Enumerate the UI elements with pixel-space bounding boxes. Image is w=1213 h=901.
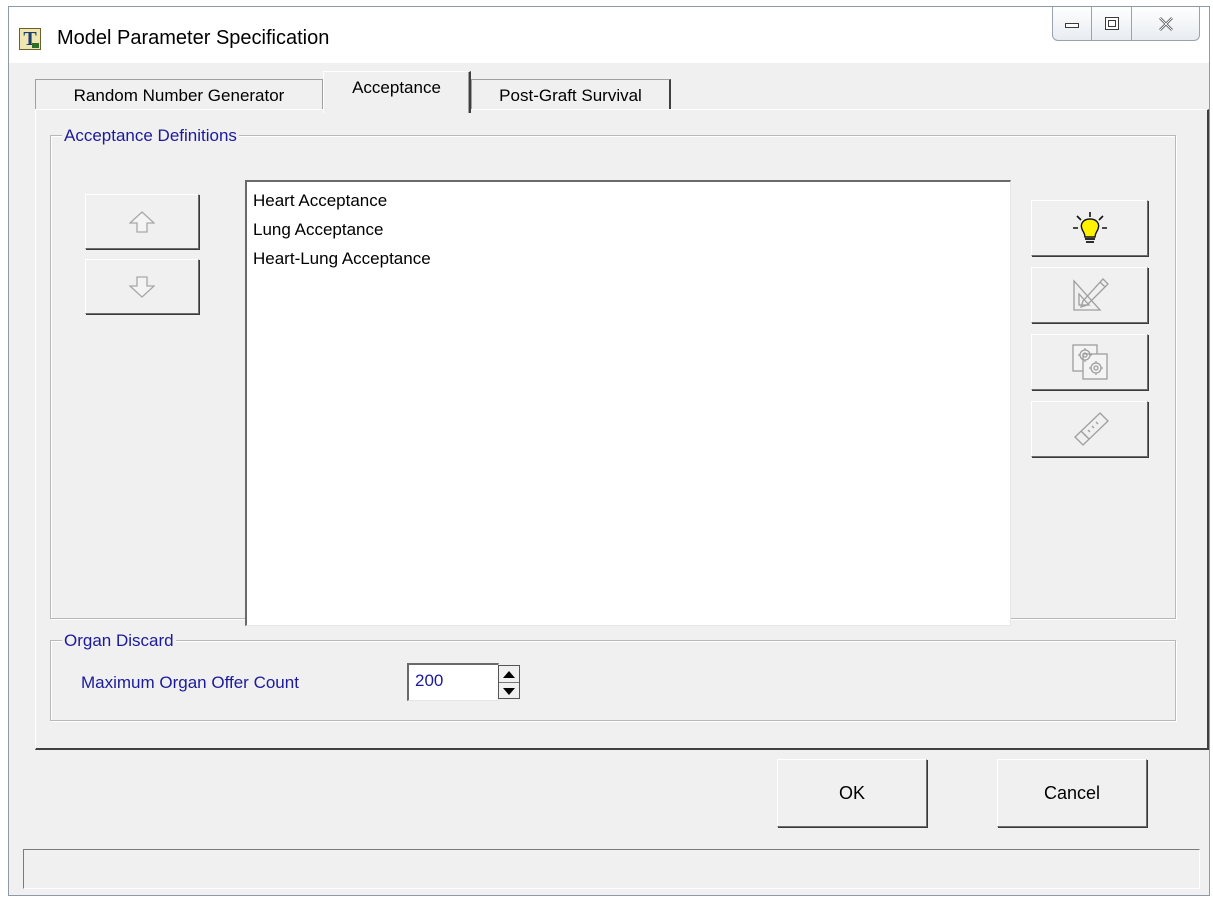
- lightbulb-icon: [1072, 212, 1107, 243]
- move-down-button[interactable]: [85, 259, 199, 314]
- max-offer-count-stepper[interactable]: [498, 665, 520, 699]
- dialog-window: T Model Parameter Specification Random N…: [8, 6, 1210, 896]
- acceptance-definitions-group: Acceptance Definitions Heart Acceptance …: [50, 126, 1176, 626]
- arrow-down-icon: [129, 275, 155, 298]
- maximize-button[interactable]: [1092, 7, 1132, 41]
- title-bar[interactable]: T Model Parameter Specification: [9, 7, 1209, 63]
- max-offer-count-label: Maximum Organ Offer Count: [81, 673, 299, 692]
- triangle-up-icon: [503, 670, 515, 678]
- status-bar: [23, 849, 1200, 889]
- edit-definition-button[interactable]: [1031, 267, 1148, 323]
- tab-post-graft-survival[interactable]: Post-Graft Survival: [471, 79, 671, 111]
- window-controls: [1052, 7, 1200, 41]
- window-title: Model Parameter Specification: [57, 27, 330, 49]
- stepper-up-button[interactable]: [499, 666, 519, 682]
- list-item[interactable]: Lung Acceptance: [253, 215, 1004, 244]
- organ-discard-group: Organ Discard Maximum Organ Offer Count …: [50, 631, 1176, 721]
- tab-random-number-generator[interactable]: Random Number Generator: [35, 79, 323, 111]
- tab-acceptance[interactable]: Acceptance: [323, 71, 471, 113]
- tab-page-acceptance: Acceptance Definitions Heart Acceptance …: [35, 109, 1209, 750]
- acceptance-definitions-list[interactable]: Heart Acceptance Lung Acceptance Heart-L…: [245, 180, 1011, 626]
- close-button[interactable]: [1132, 7, 1200, 41]
- tab-label: Acceptance: [352, 77, 441, 97]
- duplicate-definition-button[interactable]: [1031, 334, 1148, 390]
- minimize-button[interactable]: [1052, 7, 1092, 41]
- minimize-icon: [1065, 22, 1079, 28]
- new-definition-button[interactable]: [1031, 200, 1148, 256]
- close-icon: [1158, 16, 1173, 31]
- triangle-down-icon: [503, 687, 515, 695]
- stepper-down-button[interactable]: [499, 683, 519, 699]
- maximize-icon: [1104, 17, 1119, 30]
- list-item[interactable]: Heart Acceptance: [253, 186, 1004, 215]
- pencil-ruler-icon: [1072, 278, 1109, 311]
- arrow-up-icon: [129, 210, 155, 233]
- max-offer-count-input[interactable]: 200: [407, 663, 499, 701]
- tab-label: Random Number Generator: [73, 85, 285, 105]
- move-up-button[interactable]: [85, 194, 199, 249]
- cancel-button[interactable]: Cancel: [997, 759, 1147, 827]
- cancel-label: Cancel: [1043, 782, 1101, 803]
- ok-label: OK: [838, 782, 865, 803]
- app-icon: T: [19, 28, 41, 50]
- organ-discard-legend: Organ Discard: [62, 631, 176, 651]
- delete-definition-button[interactable]: [1031, 401, 1148, 457]
- eraser-icon: [1073, 412, 1109, 446]
- gears-copy-icon: [1071, 344, 1108, 380]
- ok-button[interactable]: OK: [777, 759, 927, 827]
- list-item[interactable]: Heart-Lung Acceptance: [253, 244, 1004, 273]
- tab-label: Post-Graft Survival: [499, 85, 642, 105]
- acceptance-definitions-legend: Acceptance Definitions: [62, 126, 239, 146]
